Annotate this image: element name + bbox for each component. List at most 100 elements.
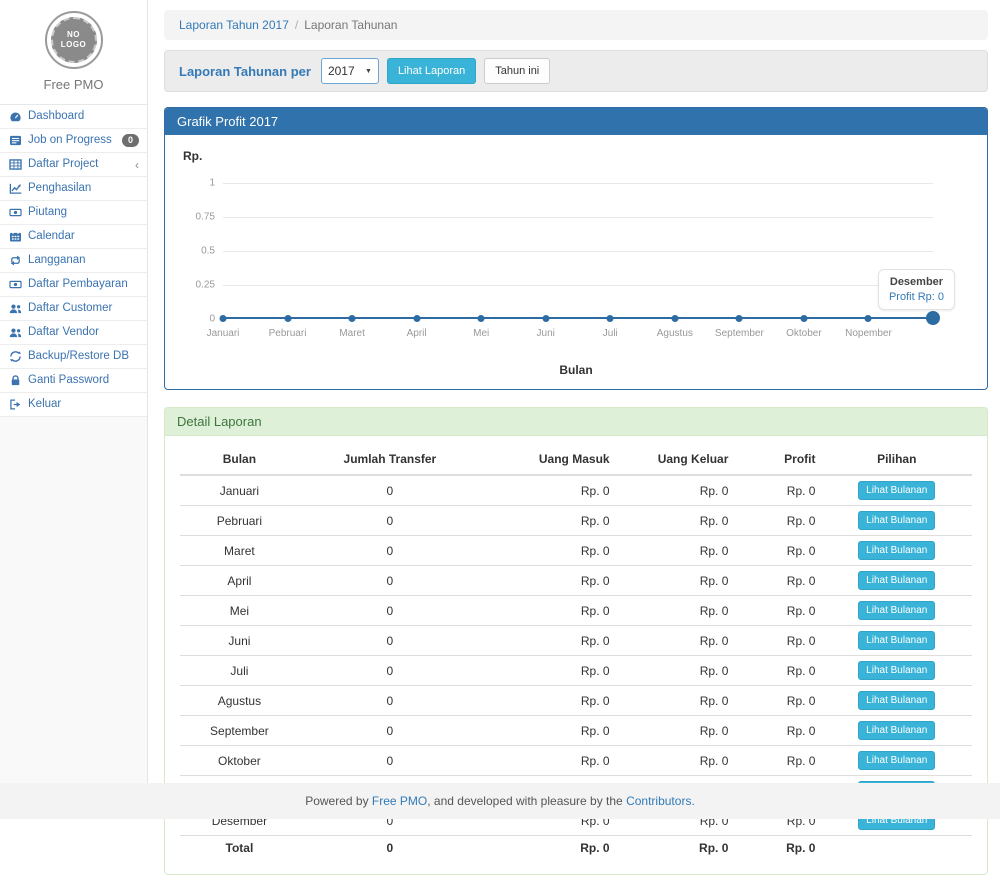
sidebar-item-langganan[interactable]: Langganan — [0, 249, 147, 273]
cell-pilihan: Lihat Bulanan — [821, 716, 972, 746]
sidebar-item-label: Daftar Project — [28, 158, 98, 171]
cell-profit: Rp. 0 — [734, 536, 821, 566]
x-tick-label: Pebruari — [269, 328, 307, 339]
sidebar-item-label: Ganti Password — [28, 374, 109, 387]
sidebar-item-daftar-project[interactable]: Daftar Project ‹ — [0, 153, 147, 177]
lihat-laporan-button[interactable]: Lihat Laporan — [387, 58, 476, 84]
total-uang-masuk: Rp. 0 — [481, 836, 616, 861]
sidebar-item-calendar[interactable]: Calendar — [0, 225, 147, 249]
cell-profit: Rp. 0 — [734, 626, 821, 656]
y-tick-label: 0.5 — [201, 246, 215, 257]
footer-link-contributors[interactable]: Contributors. — [626, 794, 695, 808]
cell-uang-keluar: Rp. 0 — [616, 506, 735, 536]
sidebar-item-label: Backup/Restore DB — [28, 350, 129, 363]
chart-body: Rp. Desember Profit Rp: 0 10.750.50.250J… — [165, 135, 987, 389]
sidebar-item-daftar-pembayaran[interactable]: Daftar Pembayaran — [0, 273, 147, 297]
cell-pilihan: Lihat Bulanan — [821, 596, 972, 626]
lihat-bulanan-button-juli[interactable]: Lihat Bulanan — [858, 661, 935, 680]
cell-jumlah-transfer: 0 — [299, 716, 481, 746]
lihat-bulanan-button-mei[interactable]: Lihat Bulanan — [858, 601, 935, 620]
table-row: Januari0Rp. 0Rp. 0Rp. 0Lihat Bulanan — [180, 475, 972, 506]
calendar-icon — [8, 231, 23, 242]
sidebar-item-piutang[interactable]: Piutang — [0, 201, 147, 225]
data-point-desember[interactable] — [926, 311, 940, 325]
logo-text-line1: NO — [67, 30, 80, 40]
column-header-jumlah-transfer: Jumlah Transfer — [299, 444, 481, 475]
money-icon — [8, 279, 23, 290]
y-tick-label: 0.25 — [196, 280, 215, 291]
x-tick-label: Januari — [207, 328, 240, 339]
breadcrumb-link-laporan-tahun[interactable]: Laporan Tahun 2017 — [179, 18, 289, 32]
sidebar-item-backup-restore-db[interactable]: Backup/Restore DB — [0, 345, 147, 369]
cell-bulan: Juni — [180, 626, 299, 656]
lihat-bulanan-button-agustus[interactable]: Lihat Bulanan — [858, 691, 935, 710]
line-chart-icon — [8, 183, 23, 194]
sidebar-item-keluar[interactable]: Keluar — [0, 393, 147, 417]
cell-uang-masuk: Rp. 0 — [481, 506, 616, 536]
cell-uang-masuk: Rp. 0 — [481, 536, 616, 566]
data-point-juni[interactable] — [542, 315, 549, 322]
chart-line-series — [223, 317, 933, 319]
sidebar-item-penghasilan[interactable]: Penghasilan — [0, 177, 147, 201]
lihat-bulanan-button-maret[interactable]: Lihat Bulanan — [858, 541, 935, 560]
table-row: Juni0Rp. 0Rp. 0Rp. 0Lihat Bulanan — [180, 626, 972, 656]
lihat-bulanan-button-pebruari[interactable]: Lihat Bulanan — [858, 511, 935, 530]
data-point-agustus[interactable] — [671, 315, 678, 322]
cell-uang-masuk: Rp. 0 — [481, 475, 616, 506]
tooltip-title: Desember — [889, 276, 944, 288]
cell-uang-keluar: Rp. 0 — [616, 475, 735, 506]
sidebar-item-daftar-vendor[interactable]: Daftar Vendor — [0, 321, 147, 345]
sidebar-item-label: Dashboard — [28, 110, 84, 123]
sidebar-item-job-on-progress[interactable]: Job on Progress0 — [0, 129, 147, 153]
cell-jumlah-transfer: 0 — [299, 475, 481, 506]
x-tick-label: Maret — [339, 328, 365, 339]
column-header-profit: Profit — [734, 444, 821, 475]
sidebar-item-daftar-customer[interactable]: Daftar Customer — [0, 297, 147, 321]
cell-jumlah-transfer: 0 — [299, 536, 481, 566]
data-point-september[interactable] — [736, 315, 743, 322]
no-logo-image: NO LOGO — [45, 11, 103, 69]
sidebar-menu: Dashboard Job on Progress0 Daftar Project ‹… — [0, 104, 147, 417]
sign-out-icon — [8, 399, 23, 410]
cell-bulan: April — [180, 566, 299, 596]
lihat-bulanan-button-oktober[interactable]: Lihat Bulanan — [858, 751, 935, 770]
chevron-left-icon: ‹ — [135, 160, 139, 170]
table-row: Pebruari0Rp. 0Rp. 0Rp. 0Lihat Bulanan — [180, 506, 972, 536]
data-point-mei[interactable] — [478, 315, 485, 322]
data-point-maret[interactable] — [349, 315, 356, 322]
sidebar-item-label: Daftar Customer — [28, 302, 112, 315]
breadcrumb-separator: / — [295, 18, 298, 32]
year-filter-bar: Laporan Tahunan per 2017 ▼ Lihat Laporan… — [164, 50, 988, 92]
breadcrumb: Laporan Tahun 2017/Laporan Tahunan — [164, 10, 988, 40]
data-point-oktober[interactable] — [800, 315, 807, 322]
data-point-juli[interactable] — [607, 315, 614, 322]
y-tick-label: 0 — [209, 314, 215, 325]
lihat-bulanan-button-juni[interactable]: Lihat Bulanan — [858, 631, 935, 650]
cell-uang-masuk: Rp. 0 — [481, 686, 616, 716]
logo-text-line2: LOGO — [61, 40, 87, 50]
column-header-bulan: Bulan — [180, 444, 299, 475]
profit-chart-panel: Grafik Profit 2017 Rp. Desember Profit R… — [164, 107, 988, 390]
data-point-nopember[interactable] — [865, 315, 872, 322]
year-select[interactable]: 2017 ▼ — [321, 58, 379, 84]
cell-jumlah-transfer: 0 — [299, 746, 481, 776]
sidebar-item-dashboard[interactable]: Dashboard — [0, 105, 147, 129]
tahun-ini-button[interactable]: Tahun ini — [484, 58, 550, 84]
lihat-bulanan-button-april[interactable]: Lihat Bulanan — [858, 571, 935, 590]
sidebar-item-label: Keluar — [28, 398, 61, 411]
data-point-april[interactable] — [413, 315, 420, 322]
data-point-pebruari[interactable] — [284, 315, 291, 322]
footer-link-free-pmo[interactable]: Free PMO — [372, 794, 427, 808]
tooltip-value: Profit Rp: 0 — [889, 291, 944, 303]
sidebar-item-ganti-password[interactable]: Ganti Password — [0, 369, 147, 393]
data-point-januari[interactable] — [220, 315, 227, 322]
x-tick-label: Agustus — [657, 328, 693, 339]
lihat-bulanan-button-september[interactable]: Lihat Bulanan — [858, 721, 935, 740]
sidebar-item-label: Job on Progress — [28, 134, 112, 147]
cell-profit: Rp. 0 — [734, 686, 821, 716]
lihat-bulanan-button-januari[interactable]: Lihat Bulanan — [858, 481, 935, 500]
column-header-uang-masuk: Uang Masuk — [481, 444, 616, 475]
cell-jumlah-transfer: 0 — [299, 566, 481, 596]
cell-uang-masuk: Rp. 0 — [481, 716, 616, 746]
gridline — [223, 285, 933, 286]
